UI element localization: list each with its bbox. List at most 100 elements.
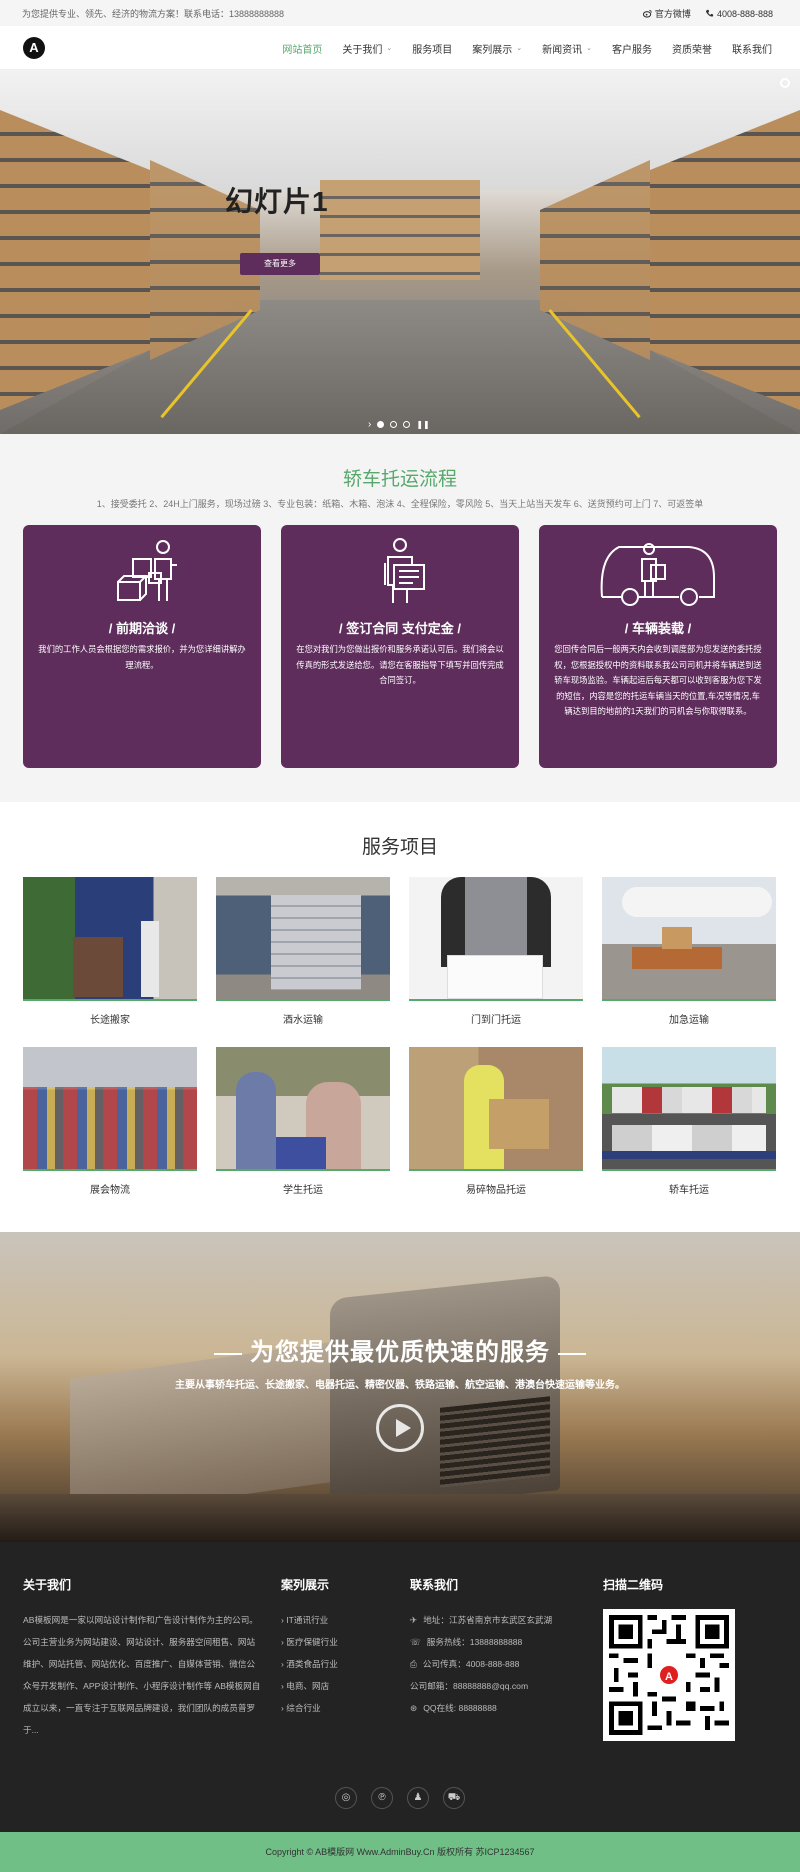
truck-loading-icon xyxy=(600,543,715,606)
hero-image-shelf xyxy=(320,180,480,280)
next-arrow-icon[interactable]: › xyxy=(368,419,371,430)
pinterest-icon[interactable]: ℗ xyxy=(371,1787,393,1809)
slider-timer-icon xyxy=(780,78,790,88)
qq-icon[interactable]: ♟ xyxy=(407,1787,429,1809)
service-thumbnail[interactable] xyxy=(409,877,583,1001)
nav-honors[interactable]: 资质荣誉 xyxy=(672,41,712,56)
card-title: / 签订合同 支付定金 / xyxy=(338,621,462,636)
qr-code: A xyxy=(603,1609,735,1741)
hero-slider[interactable]: 幻灯片1 查看更多 › ❚❚ xyxy=(0,70,800,434)
nav-label: 关于我们 xyxy=(342,44,383,56)
weibo-icon[interactable]: ◎ xyxy=(335,1787,357,1809)
footer-contact: 联系我们 ✈ 地址：江苏省南京市玄武区玄武湖 ☏ 服务热线：13888888888 … xyxy=(410,1576,552,1719)
footer-email: 公司邮箱：88888888@qq.com xyxy=(410,1675,552,1697)
service-item[interactable]: 展会物流 xyxy=(23,1047,197,1196)
nav-news[interactable]: 新闻资讯 ⌄ xyxy=(542,41,592,56)
hotline-text: 服务热线：13888888888 xyxy=(426,1637,523,1647)
hero-title: 幻灯片1 xyxy=(225,186,329,217)
nav-contact[interactable]: 联系我们 xyxy=(732,41,772,56)
service-label: 酒水运输 xyxy=(283,1015,323,1026)
phone-icon: ☏ xyxy=(410,1637,421,1647)
footer-case-link[interactable]: 综合行业 xyxy=(281,1697,338,1719)
footer-fax: ⎙ 公司传真：4008-888-888 xyxy=(410,1653,552,1675)
nav-about[interactable]: 关于我们 ⌄ xyxy=(342,41,392,56)
footer-about-text: AB模板网是一家以网站设计制作和广告设计制作为主的公司。公司主营业务为网站建设、… xyxy=(23,1615,261,1735)
service-thumbnail[interactable] xyxy=(23,1047,197,1171)
person-contract-icon xyxy=(384,538,425,603)
footer-qq[interactable]: ⊛ QQ在线: 88888888 xyxy=(410,1697,552,1719)
service-thumbnail[interactable] xyxy=(602,1047,776,1171)
process-title: 轿车托运流程 xyxy=(342,469,457,490)
service-thumbnail[interactable] xyxy=(602,877,776,1001)
service-thumbnail[interactable] xyxy=(409,1047,583,1171)
process-card: / 车辆装载 / 您回传合同后一般两天内会收到调度部为您发送的委托授权，您根据授… xyxy=(539,525,777,768)
footer-case-link[interactable]: IT通讯行业 xyxy=(281,1609,338,1631)
service-banner: 为您提供最优质快速的服务 主要从事轿车托运、长途搬家、电器托运、精密仪器、铁路运… xyxy=(0,1232,800,1542)
service-label: 加急运输 xyxy=(669,1015,709,1026)
slider-controls: › ❚❚ xyxy=(368,419,430,430)
address-text: 地址：江苏省南京市玄武区玄武湖 xyxy=(423,1615,553,1625)
banner-subtitle: 主要从事轿车托运、长途搬家、电器托运、精密仪器、铁路运输、航空运输、港澳台快速运… xyxy=(175,1380,625,1391)
service-item[interactable]: 长途搬家 xyxy=(23,877,197,1026)
top-phone: 4008-888-888 xyxy=(705,7,773,20)
process-card: / 前期洽谈 / 我们的工作人员会根据您的需求报价，并为您详细讲解办理流程。 xyxy=(23,525,261,768)
footer-qr-title: 扫描二维码 xyxy=(603,1578,664,1592)
footer-case-link[interactable]: 电商、网店 xyxy=(281,1675,338,1697)
service-item[interactable]: 轿车托运 xyxy=(602,1047,776,1196)
nav-label: 联系我们 xyxy=(732,44,772,56)
footer-address: ✈ 地址：江苏省南京市玄武区玄武湖 xyxy=(410,1609,552,1631)
top-slogan: 为您提供专业、领先、经济的物流方案！联系电话：13888888888 xyxy=(22,9,285,19)
service-item[interactable]: 酒水运输 xyxy=(216,877,390,1026)
card-title: / 车辆装载 / xyxy=(624,621,692,636)
view-more-button[interactable]: 查看更多 xyxy=(240,253,320,275)
service-item[interactable]: 加急运输 xyxy=(602,877,776,1026)
service-thumbnail[interactable] xyxy=(216,1047,390,1171)
banner-image-grille xyxy=(440,1396,550,1488)
nav-label: 案列展示 xyxy=(472,44,513,56)
weibo-icon xyxy=(642,9,652,18)
footer-contact-title: 联系我们 xyxy=(410,1578,459,1592)
service-label: 门到门托运 xyxy=(471,1015,521,1026)
process-section: 轿车托运流程 1、接受委托 2、24H上门服务，现场过磅 3、专业包装：纸箱、木… xyxy=(0,434,800,802)
boxes-person-icon xyxy=(117,540,177,601)
top-phone-number: 4008-888-888 xyxy=(716,8,773,19)
nav-customer-service[interactable]: 客户服务 xyxy=(612,41,652,56)
slider-dot[interactable] xyxy=(390,421,398,428)
site-header: A 网站首页 关于我们 ⌄ 服务项目 案列展示 ⌄ 新闻资讯 ⌄ 客户服务 资质荣誉 … xyxy=(0,26,800,70)
nav-home[interactable]: 网站首页 xyxy=(282,41,322,56)
services-title: 服务项目 xyxy=(361,837,438,858)
service-item[interactable]: 学生托运 xyxy=(216,1047,390,1196)
service-item[interactable]: 门到门托运 xyxy=(409,877,583,1026)
main-nav: 网站首页 关于我们 ⌄ 服务项目 案列展示 ⌄ 新闻资讯 ⌄ 客户服务 资质荣誉 联系… xyxy=(282,26,772,70)
copyright-bar: Copyright © AB模版网 Www.AdminBuy.Cn 版权所有 苏… xyxy=(0,1832,800,1872)
nav-label: 服务项目 xyxy=(412,44,453,56)
nav-cases[interactable]: 案列展示 ⌄ xyxy=(472,41,522,56)
pause-icon[interactable]: ❚❚ xyxy=(416,420,429,429)
play-video-icon[interactable] xyxy=(376,1404,424,1452)
qq-text: QQ在线: 88888888 xyxy=(423,1703,497,1713)
cart-icon[interactable]: ⛟ xyxy=(443,1787,465,1809)
nav-label: 网站首页 xyxy=(282,44,323,56)
site-logo[interactable]: A xyxy=(23,37,45,59)
card-text: 您回传合同后一般两天内会收到调度部为您发送的委托授权，您根据授权中的资料联系我公… xyxy=(554,644,762,716)
top-bar: 为您提供专业、领先、经济的物流方案！联系电话：13888888888 官方微博 … xyxy=(0,0,800,26)
nav-services[interactable]: 服务项目 xyxy=(412,41,452,56)
phone-icon xyxy=(705,9,714,17)
service-item[interactable]: 易碎物品托运 xyxy=(409,1047,583,1196)
weibo-label: 官方微博 xyxy=(654,9,691,19)
weibo-link[interactable]: 官方微博 xyxy=(642,7,691,20)
banner-image-road xyxy=(0,1494,800,1542)
service-label: 易碎物品托运 xyxy=(466,1185,526,1196)
slider-dot[interactable] xyxy=(403,421,411,428)
footer-case-link[interactable]: 酒类食品行业 xyxy=(281,1653,338,1675)
nav-label: 客户服务 xyxy=(612,44,652,56)
footer-case-link[interactable]: 医疗保健行业 xyxy=(281,1631,338,1653)
printer-icon: ⎙ xyxy=(410,1659,417,1669)
service-thumbnail[interactable] xyxy=(23,877,197,1001)
card-text: 我们的工作人员会根据您的需求报价，并为您详细讲解办理流程。 xyxy=(38,644,246,670)
process-card: / 签订合同 支付定金 / 在您对我们为您做出报价和服务承诺认可后。我们将会以传… xyxy=(281,525,519,768)
chevron-down-icon: ⌄ xyxy=(516,45,523,52)
service-thumbnail[interactable] xyxy=(216,877,390,1001)
fax-text: 公司传真：4008-888-888 xyxy=(422,1659,520,1669)
slider-dot[interactable] xyxy=(377,421,385,428)
